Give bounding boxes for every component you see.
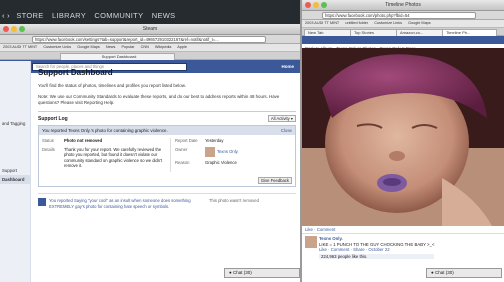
steam-nav-community[interactable]: COMMUNITY (94, 11, 143, 20)
activity-filter-select[interactable]: All Activity ▾ (267, 115, 296, 122)
facebook-header (302, 36, 504, 44)
close-icon[interactable] (305, 2, 311, 8)
window-title: Steam (142, 26, 158, 32)
report-title[interactable]: You reported Saying "your cool" as an in… (49, 198, 199, 209)
zoom-icon[interactable] (321, 2, 327, 8)
address-bar[interactable]: https://www.facebook.com/settings?tab=su… (32, 36, 266, 43)
page-title: Support Dashboard (38, 68, 113, 77)
window-titlebar: Timeline Photos (302, 0, 504, 11)
bookmarks-bar: 2003 AUDI TT MINT Customize Links Google… (0, 44, 300, 52)
sidebar-item-support[interactable]: Support (0, 166, 30, 175)
navigation-bar: https://www.facebook.com/photo.php?fbid=… (302, 11, 504, 20)
steam-nav-arrows[interactable]: ‹ › (2, 11, 10, 20)
report-header: You reported Texns Only.'s photo for con… (39, 126, 295, 135)
bookmark-item[interactable]: 2003 AUDI TT MINT (3, 45, 37, 49)
report-date-value: Yesterday (205, 138, 224, 143)
details-label: Details (42, 146, 55, 152)
report-status: This photo wasn't removed (209, 198, 259, 203)
avatar[interactable] (305, 236, 317, 248)
support-dashboard-window: ‹ › STORE LIBRARY COMMUNITY NEWS Steam h… (0, 0, 300, 282)
note-text: Note: We use our Community Standards to … (38, 94, 280, 105)
status-value: Photo not removed (64, 138, 103, 143)
give-feedback-button[interactable]: Give Feedback (257, 177, 292, 184)
bookmarks-bar: 2003 AUDI TT MINT untitled folder Custom… (302, 20, 504, 28)
status-label: Status (42, 138, 54, 143)
bookmark-item[interactable]: Customize Links (374, 21, 402, 25)
photo-meta[interactable]: Like · Comment · Share · October 22 (319, 247, 434, 253)
details-value: Thank you for your report. We carefully … (64, 146, 163, 169)
report-flag-icon (38, 198, 46, 206)
report-title: You reported Texns Only.'s photo for con… (42, 128, 168, 133)
bookmark-item[interactable]: Google Maps (77, 45, 100, 49)
zoom-icon[interactable] (19, 26, 25, 32)
bookmark-item[interactable]: Wikipedia (155, 45, 171, 49)
tab-amazon[interactable]: Amazon.co... (396, 29, 443, 36)
support-main: Support Dashboard You'll find the status… (38, 66, 296, 209)
minimize-icon[interactable] (313, 2, 319, 8)
chat-bar[interactable]: ● Chat (30) (224, 268, 300, 278)
reason-label: Reason (175, 159, 190, 165)
comment-link[interactable]: Comment (317, 227, 336, 232)
bookmark-item[interactable]: Customize Links (43, 45, 71, 49)
like-link[interactable]: Like (305, 227, 313, 232)
avatar[interactable] (205, 146, 215, 157)
sidebar-item-dashboard[interactable]: Dashboard (0, 175, 30, 184)
window-titlebar: Steam (0, 24, 300, 35)
navigation-bar: https://www.facebook.com/settings?tab=su… (0, 35, 300, 44)
steam-nav-news[interactable]: NEWS (152, 11, 176, 20)
bookmark-item[interactable]: Google Maps (408, 21, 431, 25)
timeline-photo[interactable] (302, 48, 504, 226)
bookmark-item[interactable]: Apple (177, 45, 187, 49)
support-log-title: Support Log (38, 115, 68, 122)
steam-header: ‹ › STORE LIBRARY COMMUNITY NEWS (0, 0, 300, 24)
timeline-photos-window: Timeline Photos https://www.facebook.com… (302, 0, 504, 282)
reason-value: Graphic Violence (205, 159, 237, 165)
bookmark-item[interactable]: News (106, 45, 116, 49)
report-body: Status Photo not removed Details Thank you… (39, 135, 295, 175)
photo-viewer (302, 48, 504, 226)
report-item: You reported Saying "your cool" as an in… (38, 193, 296, 209)
tab-strip: Support Dashboard (0, 52, 300, 60)
settings-sidebar: and Tagging Support Dashboard (0, 61, 31, 282)
bookmark-item[interactable]: 2003 AUDI TT MINT (305, 21, 339, 25)
owner-link[interactable]: Texns Only. (217, 149, 239, 154)
owner-label: Owner (175, 146, 188, 152)
close-link[interactable]: Close (281, 128, 292, 133)
likes-count[interactable]: 224,963 people like this. (319, 253, 435, 259)
tab-support-dashboard[interactable]: Support Dashboard (60, 53, 175, 60)
sidebar-item-tagging[interactable]: and Tagging (0, 119, 30, 128)
window-title: Timeline Photos (385, 2, 421, 8)
tab-top-stories[interactable]: Top Stories (350, 29, 397, 36)
minimize-icon[interactable] (11, 26, 17, 32)
address-bar[interactable]: https://www.facebook.com/photo.php?fbid=… (322, 12, 476, 19)
chat-bar[interactable]: ● Chat (30) (426, 268, 502, 278)
report-date-label: Report Date (175, 138, 198, 143)
support-log-header: Support Log All Activity ▾ (38, 111, 296, 122)
report-item: You reported Texns Only.'s photo for con… (38, 125, 296, 187)
tab-strip: New Tab Top Stories Amazon.co... Timelin… (302, 28, 504, 36)
steam-nav: ‹ › STORE LIBRARY COMMUNITY NEWS (2, 11, 181, 20)
tab-new-tab[interactable]: New Tab (304, 29, 351, 36)
bookmark-item[interactable]: untitled folder (345, 21, 368, 25)
steam-nav-library[interactable]: LIBRARY (52, 11, 86, 20)
tab-timeline-photos[interactable]: Timeline Ph... (442, 29, 497, 36)
steam-nav-store[interactable]: STORE (16, 11, 43, 20)
close-icon[interactable] (3, 26, 9, 32)
bookmark-item[interactable]: CNN (141, 45, 149, 49)
intro-text: You'll find the status of photos, timeli… (38, 83, 186, 88)
bookmark-item[interactable]: Popular (121, 45, 134, 49)
